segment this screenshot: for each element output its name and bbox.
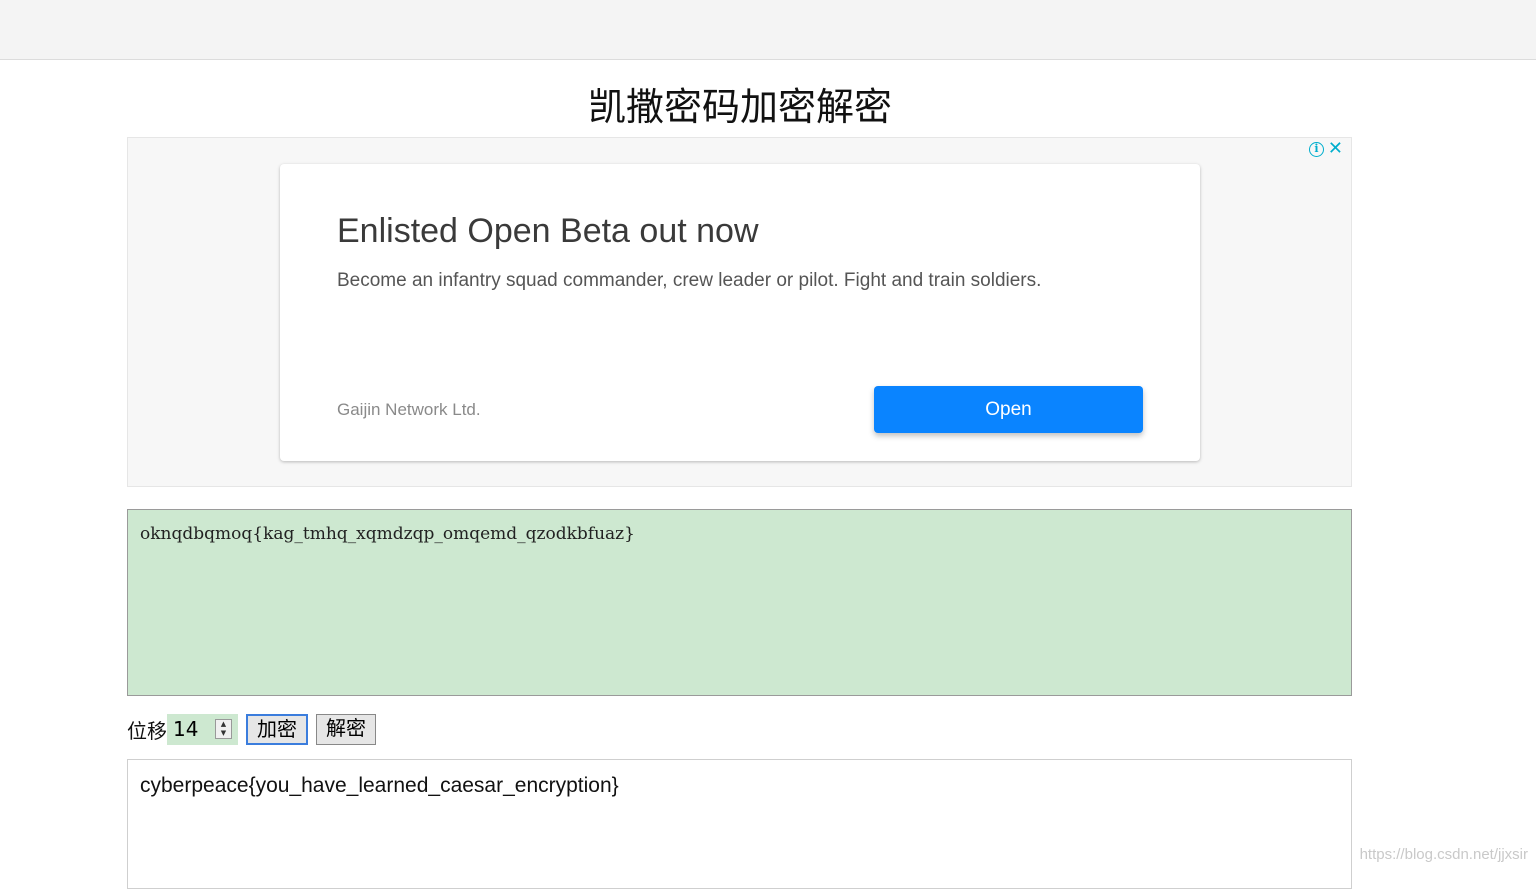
ad-body-text: Become an infantry squad commander, crew… bbox=[337, 270, 1042, 291]
ad-headline[interactable]: Enlisted Open Beta out now bbox=[337, 212, 759, 251]
ad-choices[interactable]: i ✕ bbox=[1308, 140, 1343, 158]
spin-down-icon[interactable]: ▼ bbox=[221, 729, 226, 737]
ad-banner[interactable]: i ✕ Enlisted Open Beta out now Become an… bbox=[127, 137, 1352, 487]
shift-value: 14 bbox=[173, 716, 199, 741]
spin-up-icon[interactable]: ▲ bbox=[221, 720, 226, 728]
shift-controls: 位移 14 ▲ ▼ 加密 解密 bbox=[127, 712, 376, 746]
cipher-text-area[interactable]: oknqdbqmoq{kag_tmhq_xqmdzqp_omqemd_qzodk… bbox=[127, 509, 1352, 696]
ad-card[interactable]: Enlisted Open Beta out now Become an inf… bbox=[280, 164, 1200, 461]
spinner-control[interactable]: ▲ ▼ bbox=[215, 718, 232, 739]
plain-text-area[interactable]: cyberpeace{you_have_learned_caesar_encry… bbox=[127, 759, 1352, 889]
watermark: https://blog.csdn.net/jjxsir bbox=[1359, 846, 1528, 863]
ad-advertiser: Gaijin Network Ltd. bbox=[337, 400, 481, 419]
decrypt-button[interactable]: 解密 bbox=[316, 713, 376, 745]
close-icon[interactable]: ✕ bbox=[1328, 140, 1343, 158]
page-title: 凯撒密码加密解密 bbox=[587, 85, 892, 129]
encrypt-button[interactable]: 加密 bbox=[246, 713, 308, 745]
info-icon[interactable]: i bbox=[1308, 141, 1324, 157]
browser-top-bar bbox=[0, 0, 1536, 60]
shift-label: 位移 bbox=[127, 718, 167, 743]
ad-open-button[interactable]: Open bbox=[874, 386, 1143, 433]
shift-number-input[interactable]: 14 ▲ ▼ bbox=[167, 713, 238, 745]
